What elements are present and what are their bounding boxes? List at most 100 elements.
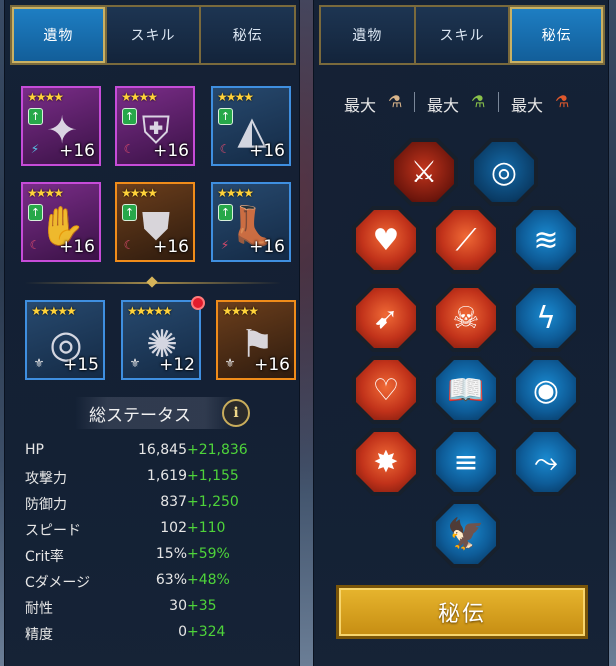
blast-icon: ✸ <box>356 432 416 492</box>
star-rating: ★★★★ <box>217 186 254 200</box>
faction-icon: ⚜ <box>224 356 236 370</box>
star-rating: ★★★★ <box>121 90 158 104</box>
skull-icon: ☠ <box>436 288 496 348</box>
secret-skill-slot[interactable]: ⚔ <box>390 138 458 206</box>
stats-title: 総ステータス <box>75 397 237 429</box>
info-icon[interactable]: i <box>222 399 250 427</box>
stat-label: 攻撃力 <box>25 471 67 487</box>
secret-skill-slot[interactable]: ⤳ <box>512 428 580 496</box>
artifact-slot[interactable]: ⛨ ★★★★ ↑ ☾ +16 <box>115 86 195 166</box>
right-tab-bar: 遺物 スキル 秘伝 <box>319 5 605 65</box>
stat-row: Cダメージ 63% +48% <box>25 570 295 594</box>
secret-skill-slot[interactable]: ◉ <box>512 356 580 424</box>
tab-secret[interactable]: 秘伝 <box>510 7 604 63</box>
secret-skill-slot[interactable]: ≋ <box>512 206 580 274</box>
stat-bonus-value: +1,250 <box>187 494 239 510</box>
set-icon: ⚡ <box>220 238 230 252</box>
ice-wave-icon: ≋ <box>516 210 576 270</box>
stat-row: 精度 0 +324 <box>25 622 295 646</box>
divider-ornament <box>146 276 158 288</box>
upgrade-arrow-icon: ↑ <box>218 108 233 125</box>
faction-icon: ⚜ <box>129 356 141 370</box>
secret-skill-slot[interactable]: ≡ <box>432 428 500 496</box>
arrows-hit-icon: ➹ <box>356 288 416 348</box>
accessory-level: +15 <box>63 355 99 375</box>
stat-row: 攻撃力 1,619 +1,155 <box>25 466 295 490</box>
upgrade-arrow-icon: ↑ <box>28 108 43 125</box>
stat-label: 耐性 <box>25 601 53 617</box>
separator <box>414 92 415 112</box>
stat-base-value: 0 <box>178 624 187 640</box>
stat-bonus-value: +21,836 <box>187 442 248 458</box>
tab-artifacts[interactable]: 遺物 <box>12 7 107 63</box>
max-label-bronze: 最大 <box>344 96 377 115</box>
artifact-level: +16 <box>153 237 189 257</box>
eye-icon: ◉ <box>516 360 576 420</box>
artifact-slot[interactable]: ◭ ★★★★ ↑ ☾ +16 <box>211 86 291 166</box>
star-rating: ★★★★ <box>222 304 259 318</box>
secret-skill-slot[interactable]: ➹ <box>352 284 420 352</box>
notification-dot <box>191 296 205 310</box>
tab-artifacts[interactable]: 遺物 <box>321 7 416 63</box>
artifact-slot[interactable]: 👢 ★★★★ ↑ ⚡ +16 <box>211 182 291 262</box>
separator <box>498 92 499 112</box>
upgrade-arrow-icon: ↑ <box>122 108 137 125</box>
stat-label: スピード <box>25 523 81 539</box>
artifact-slot[interactable]: ✦ ★★★★ ↑ ⚡ +16 <box>21 86 101 166</box>
secret-button[interactable]: 秘伝 <box>336 585 588 639</box>
dodge-icon: ⤳ <box>516 432 576 492</box>
stat-row: HP 16,845 +21,836 <box>25 440 295 464</box>
artifact-level: +16 <box>153 141 189 161</box>
accessory-level: +12 <box>159 355 195 375</box>
eagle-icon: 🦅 <box>436 504 496 564</box>
stat-bonus-value: +1,155 <box>187 468 239 484</box>
lightning-icon: ϟ <box>516 288 576 348</box>
artifact-slot[interactable]: ⛊ ★★★★ ↑ ☾ +16 <box>115 182 195 262</box>
stat-base-value: 15% <box>155 546 187 562</box>
set-icon: ☾ <box>123 142 135 156</box>
accessory-slot[interactable]: ⚑ ★★★★ ⚜ +16 <box>216 300 296 380</box>
secret-skill-slot[interactable]: ♥ <box>352 206 420 274</box>
artifact-level: +16 <box>59 141 95 161</box>
upgrade-arrow-icon: ↑ <box>28 204 43 221</box>
secret-skill-slot[interactable]: ◎ <box>470 138 538 206</box>
accessory-slot[interactable]: ◎ ★★★★★ ⚜ +15 <box>25 300 105 380</box>
secret-skill-slot[interactable]: 📖 <box>432 356 500 424</box>
stat-row: Crit率 15% +59% <box>25 544 295 568</box>
upgrade-arrow-icon: ↑ <box>122 204 137 221</box>
secret-skill-slot[interactable]: ⟋ <box>432 206 500 274</box>
left-tab-bar: 遺物 スキル 秘伝 <box>10 5 296 65</box>
stat-base-value: 63% <box>155 572 187 588</box>
secret-skill-slot[interactable]: ϟ <box>512 284 580 352</box>
accessory-slot[interactable]: ✺ ★★★★★ ⚜ +12 <box>121 296 205 380</box>
stat-row: 耐性 30 +35 <box>25 596 295 620</box>
accessory-level: +16 <box>254 355 290 375</box>
stat-base-value: 30 <box>169 598 187 614</box>
set-icon: ☾ <box>123 238 135 252</box>
secret-skill-slot[interactable]: ☠ <box>432 284 500 352</box>
stat-label: Crit率 <box>25 549 64 565</box>
stat-base-value: 1,619 <box>146 468 187 484</box>
speed-boot-icon: ≡ <box>436 432 496 492</box>
artifact-slot[interactable]: ✋ ★★★★ ↑ ☾ +16 <box>21 182 101 262</box>
star-rating: ★★★★ <box>27 90 64 104</box>
blade-strike-icon: ⚔ <box>394 142 454 202</box>
upgrade-arrow-icon: ↑ <box>218 204 233 221</box>
stat-row: 防御力 837 +1,250 <box>25 492 295 516</box>
stat-bonus-value: +35 <box>187 598 217 614</box>
star-rating: ★★★★ <box>217 90 254 104</box>
secret-skill-slot[interactable]: ♡ <box>352 356 420 424</box>
tab-skills[interactable]: スキル <box>106 7 202 63</box>
tab-skills[interactable]: スキル <box>415 7 511 63</box>
secret-skill-slot[interactable]: 🦅 <box>432 500 500 568</box>
demon-heart-icon: ♥ <box>356 210 416 270</box>
stat-bonus-value: +324 <box>187 624 226 640</box>
tab-secret[interactable]: 秘伝 <box>201 7 295 63</box>
vortex-icon: ◎ <box>474 142 534 202</box>
stat-bonus-value: +48% <box>187 572 230 588</box>
set-icon: ☾ <box>219 142 231 156</box>
secret-skill-slot[interactable]: ✸ <box>352 428 420 496</box>
stat-base-value: 102 <box>160 520 187 536</box>
stat-label: HP <box>25 442 44 458</box>
faction-icon: ⚜ <box>33 356 45 370</box>
